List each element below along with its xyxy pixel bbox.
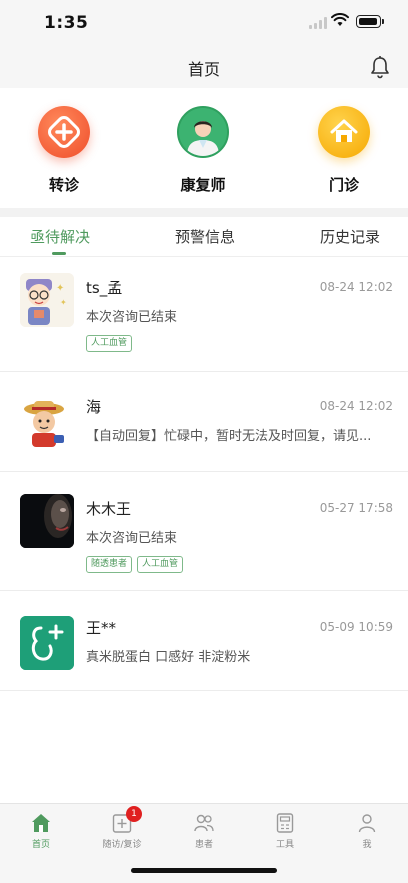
home-icon [30,812,52,834]
plus-cross-icon [38,106,90,158]
doctor-avatar [177,106,229,158]
battery-icon [356,15,384,28]
signal-icon [309,17,327,29]
referral-button[interactable]: 转诊 [24,106,104,198]
avatar [20,395,74,449]
rehab-therapist-button[interactable]: 康复师 [163,106,243,198]
notification-badge: 1 [126,806,142,822]
svg-text:✦: ✦ [60,298,67,307]
patient-tag: 人工血管 [86,335,133,352]
page-title: 首页 [187,60,220,79]
tab-indicator [52,252,66,255]
avatar [20,616,74,670]
tab-history[interactable]: 历史记录 [320,226,380,247]
tab-warnings[interactable]: 预警信息 [175,226,235,247]
followup-icon: 1 [111,806,142,834]
nav-bar: 首页 [0,46,408,88]
bottom-tab-label: 我 [362,840,372,850]
wifi-icon [331,13,349,26]
last-message: 本次咨询已结束 [86,531,178,546]
contact-name: 木木王 [86,500,132,518]
home-indicator [131,868,277,873]
status-time: 1:35 [44,13,89,33]
last-message: 真米脱蛋白 口感好 非淀粉米 [86,650,251,665]
message-time: 05-09 10:59 [319,620,393,634]
contact-name: 海 [86,398,102,416]
message-time: 08-24 12:02 [319,280,393,294]
bottom-tab-tools[interactable]: 工具 [255,812,315,850]
avatar: ✦ ✦ [20,273,74,327]
quick-actions: 转诊 康复师 门诊 [0,88,408,208]
bottom-tab-label: 首页 [31,840,50,850]
bottom-tab-patients[interactable]: 患者 [174,812,234,850]
bell-icon[interactable] [369,55,391,79]
bottom-tab-label: 随访/复诊 [102,840,142,850]
patient-tag: 随透患者 [86,556,133,573]
avatar [20,494,74,548]
list-item[interactable]: 木木王 05-27 17:58 本次咨询已结束 随透患者 人工血管 [0,472,408,591]
bottom-tab-me[interactable]: 我 [337,812,397,850]
contact-name: ts_孟 [86,279,123,297]
rehab-therapist-label: 康复师 [180,176,226,194]
contact-name: 王** [86,619,117,637]
clinic-label: 门诊 [328,176,359,194]
bottom-tab-home[interactable]: 首页 [11,812,71,850]
status-bar: 1:35 [0,0,408,46]
list-item[interactable]: ✦ ✦ ts_孟 08-24 12:02 本次咨询已结束 人工血管 [0,257,408,372]
referral-label: 转诊 [48,176,79,194]
tab-bar: 亟待解决 预警信息 历史记录 [0,217,408,257]
message-time: 08-24 12:02 [319,399,393,413]
house-icon [318,106,370,158]
patient-tag: 人工血管 [137,556,184,573]
message-time: 05-27 17:58 [319,501,393,515]
bottom-tab-followup[interactable]: 1 随访/复诊 [92,806,152,850]
conversation-list: ✦ ✦ ts_孟 08-24 12:02 本次咨询已结束 人工血管 海 08-2… [0,257,408,803]
list-item[interactable]: 海 08-24 12:02 【自动回复】忙碌中，暂时无法及时回复，请见... [0,372,408,472]
person-icon [356,812,378,834]
bottom-tab-label: 患者 [194,840,213,850]
calculator-icon [274,812,296,834]
bottom-tab-label: 工具 [275,840,294,850]
clinic-button[interactable]: 门诊 [304,106,384,198]
last-message: 本次咨询已结束 [86,310,178,325]
last-message: 【自动回复】忙碌中，暂时无法及时回复，请见... [86,429,372,444]
svg-text:✦: ✦ [56,283,64,294]
list-item[interactable]: 王** 05-09 10:59 真米脱蛋白 口感好 非淀粉米 [0,591,408,691]
tab-urgent[interactable]: 亟待解决 [30,226,90,247]
patients-icon [193,812,215,834]
